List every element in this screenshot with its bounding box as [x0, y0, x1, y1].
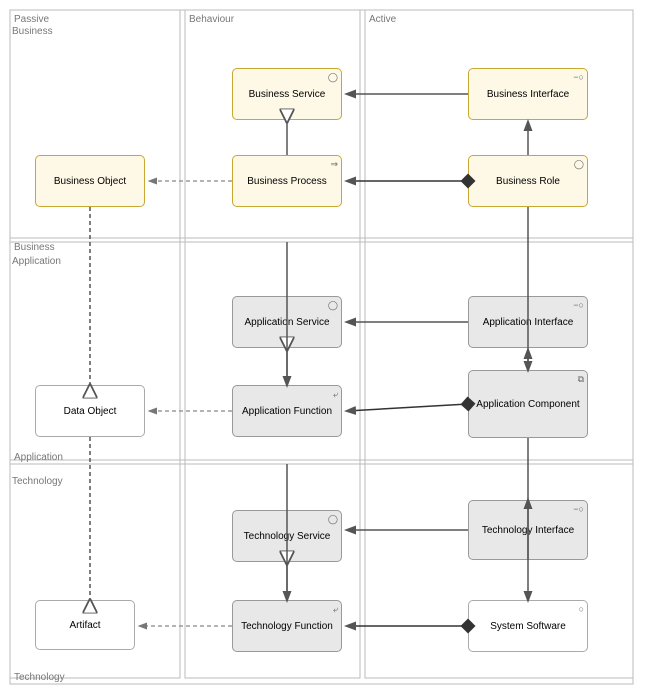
- node-artifact[interactable]: Artifact: [35, 600, 135, 650]
- node-business-interface[interactable]: Business Interface −○: [468, 68, 588, 120]
- technology-function-icon: ⤶: [333, 604, 338, 616]
- node-technology-function[interactable]: Technology Function ⤶: [232, 600, 342, 652]
- application-service-icon: ◯: [328, 300, 338, 312]
- node-system-software[interactable]: System Software ○: [468, 600, 588, 652]
- row-label-technology: Technology: [12, 476, 63, 487]
- node-application-service[interactable]: Application Service ◯: [232, 296, 342, 348]
- node-application-component[interactable]: Application Component ⧉: [468, 370, 588, 438]
- svg-text:Behaviour: Behaviour: [189, 14, 235, 25]
- node-business-role[interactable]: Business Role ◯: [468, 155, 588, 207]
- node-business-process[interactable]: Business Process ⇒: [232, 155, 342, 207]
- application-function-icon: ⤶: [333, 389, 338, 401]
- business-role-icon: ◯: [574, 159, 584, 171]
- svg-text:Active: Active: [369, 14, 397, 25]
- node-data-object[interactable]: Data Object: [35, 385, 145, 437]
- business-interface-icon: −○: [573, 72, 584, 84]
- application-component-icon: ⧉: [578, 374, 584, 386]
- system-software-icon: ○: [579, 604, 584, 616]
- svg-text:Technology: Technology: [14, 672, 65, 683]
- node-business-service[interactable]: Business Service ◯: [232, 68, 342, 120]
- business-service-icon: ◯: [328, 72, 338, 84]
- diagram-container: Passive Behaviour Active Business Applic…: [0, 0, 645, 693]
- row-label-business: Business: [12, 26, 53, 37]
- svg-text:Business: Business: [14, 242, 55, 253]
- technology-interface-icon: −○: [573, 504, 584, 516]
- technology-service-icon: ◯: [328, 514, 338, 526]
- svg-text:Application: Application: [14, 452, 63, 463]
- node-application-interface[interactable]: Application Interface −○: [468, 296, 588, 348]
- business-process-icon: ⇒: [330, 159, 338, 171]
- node-application-function[interactable]: Application Function ⤶: [232, 385, 342, 437]
- svg-text:Passive: Passive: [14, 14, 49, 25]
- node-technology-service[interactable]: Technology Service ◯: [232, 510, 342, 562]
- row-label-application: Application: [12, 256, 61, 267]
- node-business-object[interactable]: Business Object: [35, 155, 145, 207]
- application-interface-icon: −○: [573, 300, 584, 312]
- node-technology-interface[interactable]: Technology Interface −○: [468, 500, 588, 560]
